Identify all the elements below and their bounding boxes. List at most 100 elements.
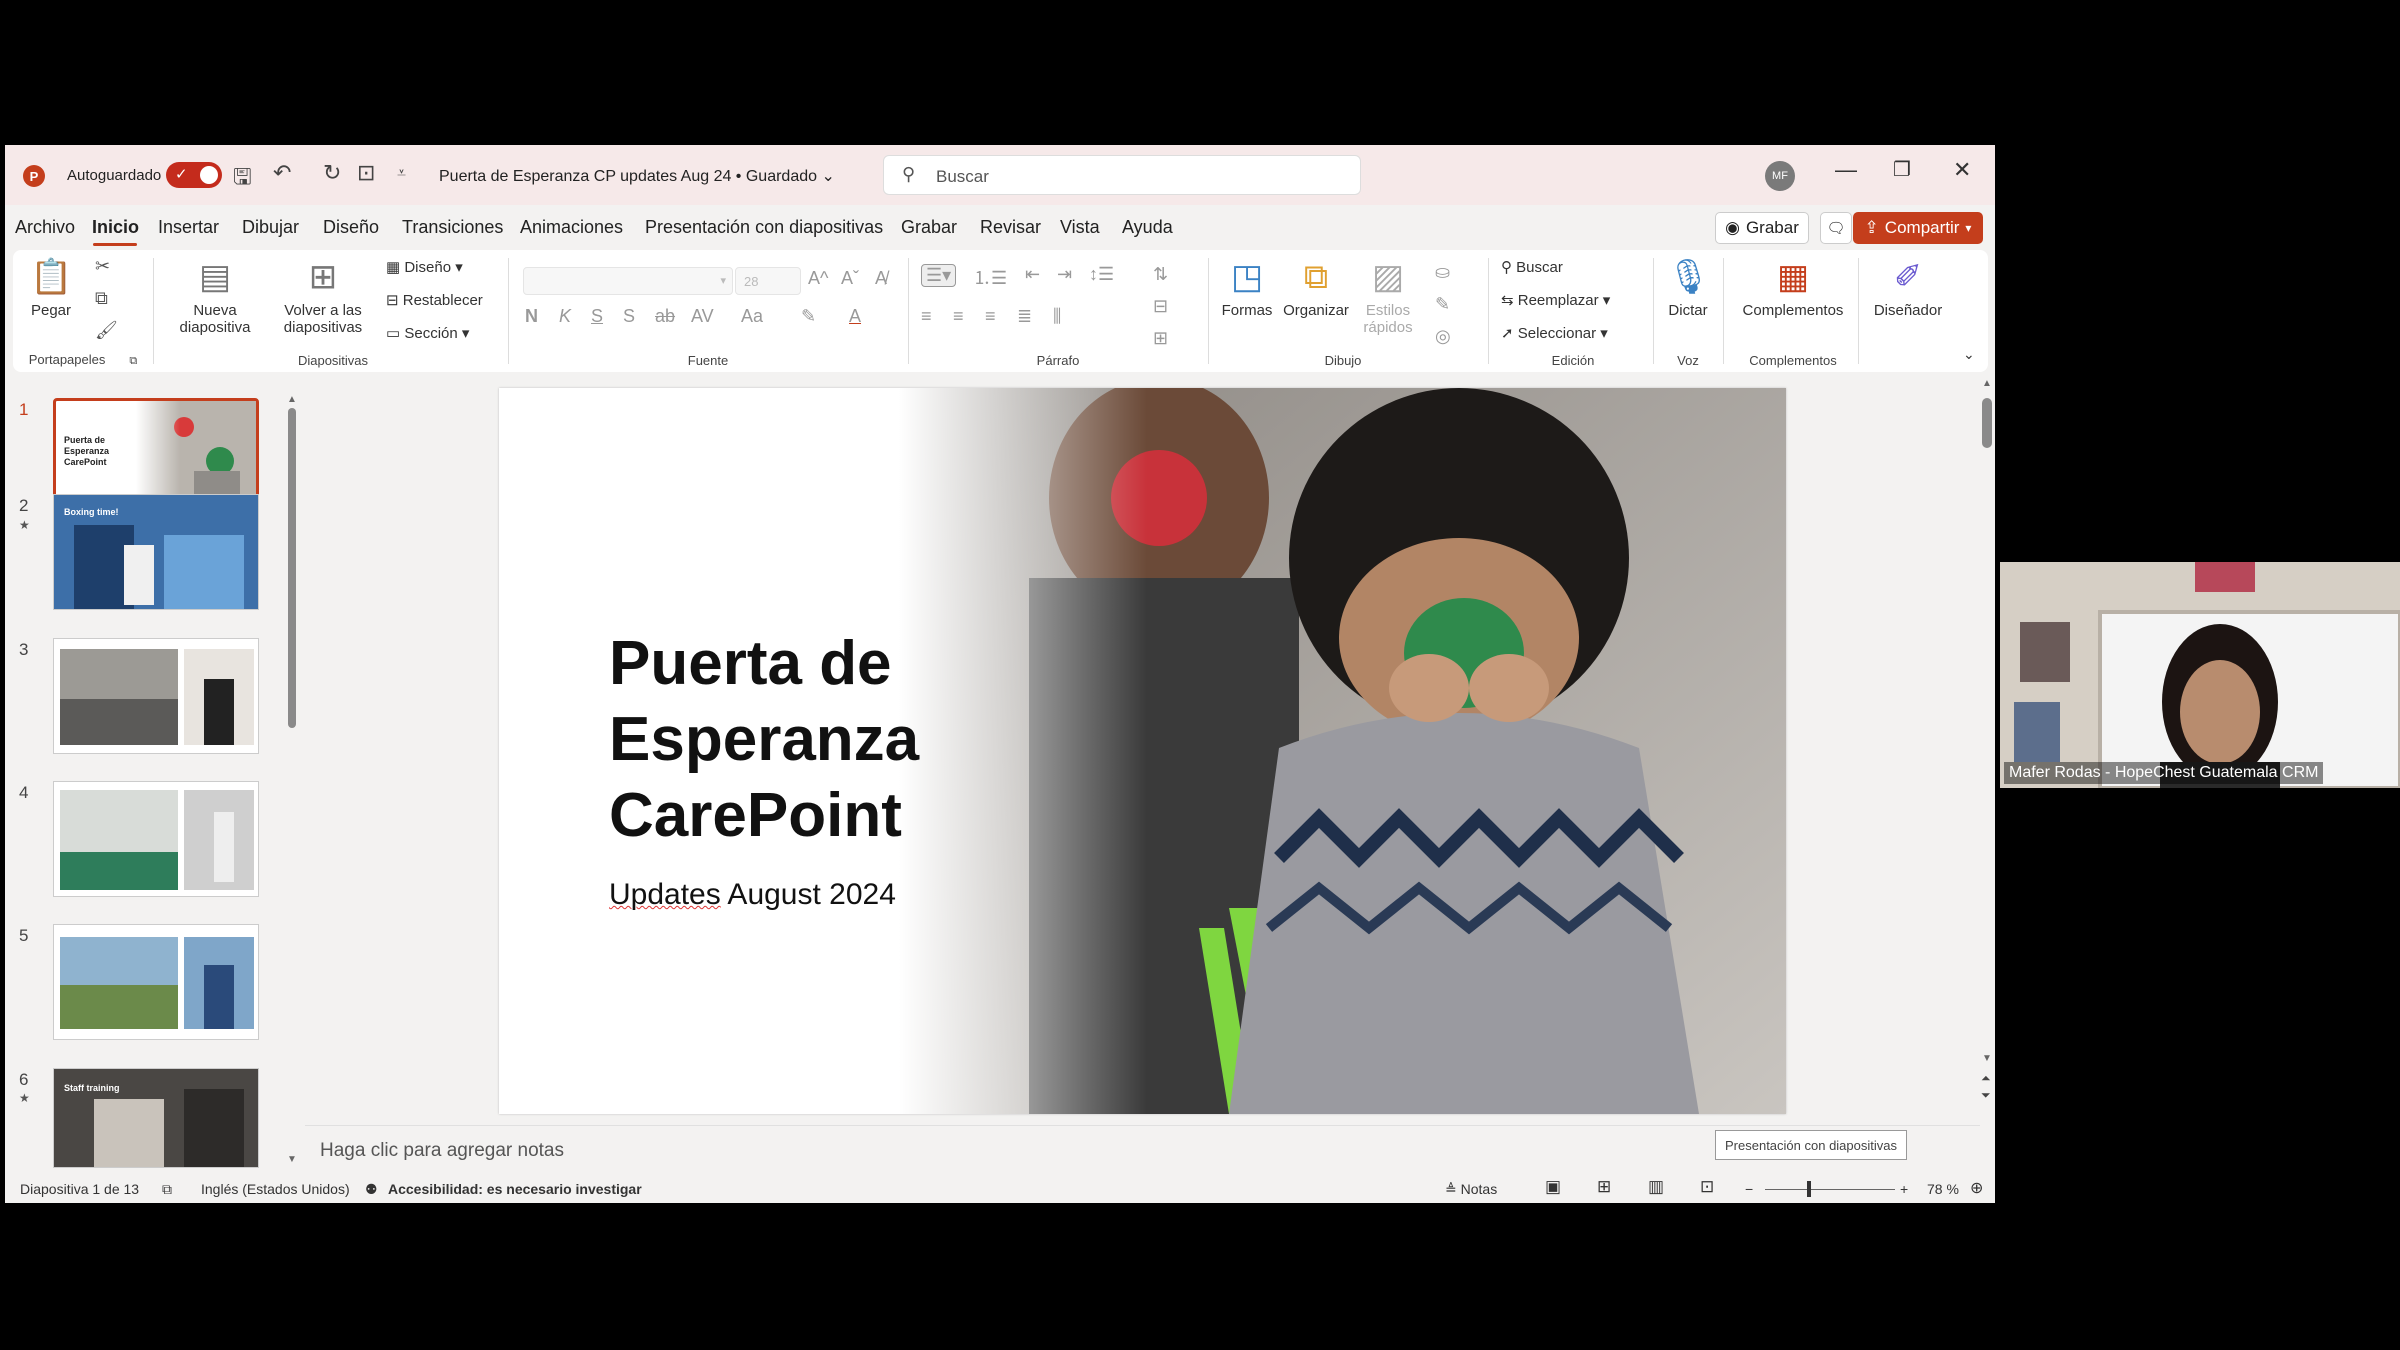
document-title[interactable]: Puerta de Esperanza CP updates Aug 24 • … [439,166,835,186]
tab-animaciones[interactable]: Animaciones [520,217,623,238]
decrease-indent-icon[interactable]: ⇤ [1025,264,1040,285]
language-indicator[interactable]: Inglés (Estados Unidos) [201,1181,350,1197]
minimize-icon[interactable]: — [1835,157,1857,183]
share-button[interactable]: ⇪ Compartir ▾ [1853,212,1983,244]
slide-thumbnail-2[interactable]: Boxing time! [53,494,259,610]
shape-effects-icon[interactable]: ◎ [1435,326,1451,347]
ribbon-collapse-icon[interactable]: ⌄ [1963,346,1975,363]
tab-diseno[interactable]: Diseño [323,217,379,238]
new-slide-button[interactable]: ▤ Nueva diapositiva [170,256,260,336]
align-text-icon[interactable]: ⊟ [1153,296,1168,317]
slide-thumbnail-3[interactable] [53,638,259,754]
customize-toolbar-icon[interactable]: ⩡ [397,165,406,183]
copy-icon[interactable]: ⧉ [95,288,108,309]
shape-outline-icon[interactable]: ✎ [1435,294,1450,315]
tab-revisar[interactable]: Revisar [980,217,1041,238]
increase-indent-icon[interactable]: ⇥ [1057,264,1072,285]
search-icon: ⚲ [902,164,916,184]
animation-star-icon: ★ [19,518,30,532]
spelling-icon[interactable]: ⧉ [162,1181,172,1198]
save-icon[interactable]: 🖫 [233,160,252,198]
webcam-video: Mafer Rodas - HopeChest Guatemala CRM [2000,562,2400,788]
thumbnail-scrollbar[interactable]: ▲ ▼ [287,394,297,1168]
shapes-button[interactable]: ◳ Formas [1217,256,1277,319]
numbering-icon[interactable]: ⒈☰ [973,264,1007,290]
record-button[interactable]: ◉ Grabar [1715,212,1809,244]
redo-icon[interactable]: ↻ [323,160,341,186]
reuse-slides-button[interactable]: ⊞ Volver a las diapositivas [268,256,378,336]
accessibility-status[interactable]: Accesibilidad: es necesario investigar [388,1181,642,1197]
zoom-in-icon[interactable]: + [1900,1181,1908,1197]
restore-icon[interactable]: ❐ [1893,157,1911,182]
tooltip: Presentación con diapositivas [1715,1130,1907,1160]
find-button[interactable]: ⚲ Buscar [1501,258,1563,276]
section-button[interactable]: ▭ Sección ▾ [386,324,469,342]
bullets-icon[interactable]: ☰▾ [921,264,957,287]
fit-to-window-icon[interactable]: ⊕ [1970,1178,1983,1198]
tab-presentacion[interactable]: Presentación con diapositivas [645,217,883,238]
cut-icon[interactable]: ✂ [95,256,110,277]
search-box[interactable]: ⚲ Buscar [883,155,1361,195]
reset-button[interactable]: ⊟ Restablecer [386,291,483,309]
scroll-down-icon[interactable]: ▼ [287,1154,297,1165]
replace-button[interactable]: ⇆ Reemplazar ▾ [1501,291,1610,309]
zoom-out-icon[interactable]: − [1745,1181,1753,1197]
avatar[interactable]: MF [1765,161,1795,191]
slide-sorter-icon[interactable]: ⊞ [1597,1177,1611,1197]
justify-icon[interactable]: ≣ [1017,306,1032,327]
slide-thumbnail-4[interactable] [53,781,259,897]
tab-transiciones[interactable]: Transiciones [402,217,503,238]
align-right-icon[interactable]: ≡ [985,306,996,327]
addins-button[interactable]: ▦ Complementos [1730,256,1856,319]
comments-button[interactable]: 🗨 [1820,212,1852,244]
normal-view-icon[interactable]: ▣ [1545,1177,1561,1197]
scrollbar-thumb[interactable] [288,408,296,728]
text-direction-icon[interactable]: ⇅ [1153,264,1168,285]
tab-grabar[interactable]: Grabar [901,217,957,238]
paste-button[interactable]: 📋 Pegar [23,256,79,319]
close-icon[interactable]: ✕ [1953,157,1971,183]
slide-scrollbar[interactable]: ▲ ▼ ⏶ ⏷ [1980,378,1994,1102]
quick-styles-button[interactable]: ▨ Estilos rápidos [1353,256,1423,336]
zoom-slider[interactable] [1765,1189,1895,1190]
line-spacing-icon[interactable]: ↕☰ [1089,264,1114,285]
smartart-icon[interactable]: ⊞ [1153,328,1168,349]
designer-button[interactable]: ✐ Diseñador [1863,256,1953,319]
tab-inicio[interactable]: Inicio [92,217,139,238]
scroll-up-icon[interactable]: ▲ [1982,378,1992,389]
accessibility-icon[interactable]: ⚉ [365,1181,378,1198]
tab-archivo[interactable]: Archivo [15,217,75,238]
scroll-down-icon[interactable]: ▼ [1982,1053,1992,1064]
slide-title[interactable]: Puerta de Esperanza CarePoint [609,626,919,854]
dialog-launcher-icon[interactable]: ⧉ [129,355,137,367]
next-slide-icon[interactable]: ⏷ [1981,1088,1991,1103]
slide-thumbnail-6[interactable]: Staff training [53,1068,259,1168]
tab-ayuda[interactable]: Ayuda [1122,217,1173,238]
arrange-button[interactable]: ⧉ Organizar [1279,256,1353,319]
align-left-icon[interactable]: ≡ [921,306,932,327]
reading-view-icon[interactable]: ▥ [1648,1177,1664,1197]
slide-subtitle[interactable]: Updates August 2024 [609,878,896,912]
select-button[interactable]: ➚ Seleccionar ▾ [1501,324,1608,342]
columns-icon[interactable]: ⫼ [1053,306,1061,327]
zoom-level[interactable]: 78 % [1927,1181,1959,1197]
tab-vista[interactable]: Vista [1060,217,1100,238]
zoom-slider-thumb[interactable] [1807,1181,1811,1197]
present-from-start-icon[interactable]: ⊡ [357,160,375,186]
format-painter-icon[interactable]: 🖌 [95,320,118,341]
layout-button[interactable]: ▦ Diseño ▾ [386,258,463,276]
dictate-button[interactable]: 🎙 Dictar [1658,256,1718,319]
slide-canvas[interactable]: Puerta de Esperanza CarePoint Updates Au… [499,388,1786,1114]
scroll-up-icon[interactable]: ▲ [287,394,297,405]
undo-icon[interactable]: ↶ [273,160,291,186]
shape-fill-icon[interactable]: ⛀ [1435,262,1450,283]
slideshow-view-icon[interactable]: ⊡ [1700,1177,1714,1197]
slide-thumbnail-5[interactable] [53,924,259,1040]
scrollbar-thumb[interactable] [1982,398,1992,448]
tab-insertar[interactable]: Insertar [158,217,219,238]
previous-slide-icon[interactable]: ⏶ [1981,1071,1991,1086]
autosave-toggle[interactable]: ✓ [166,162,222,188]
align-center-icon[interactable]: ≡ [953,306,964,327]
notes-toggle[interactable]: ≜ Notas [1445,1181,1497,1198]
tab-dibujar[interactable]: Dibujar [242,217,299,238]
